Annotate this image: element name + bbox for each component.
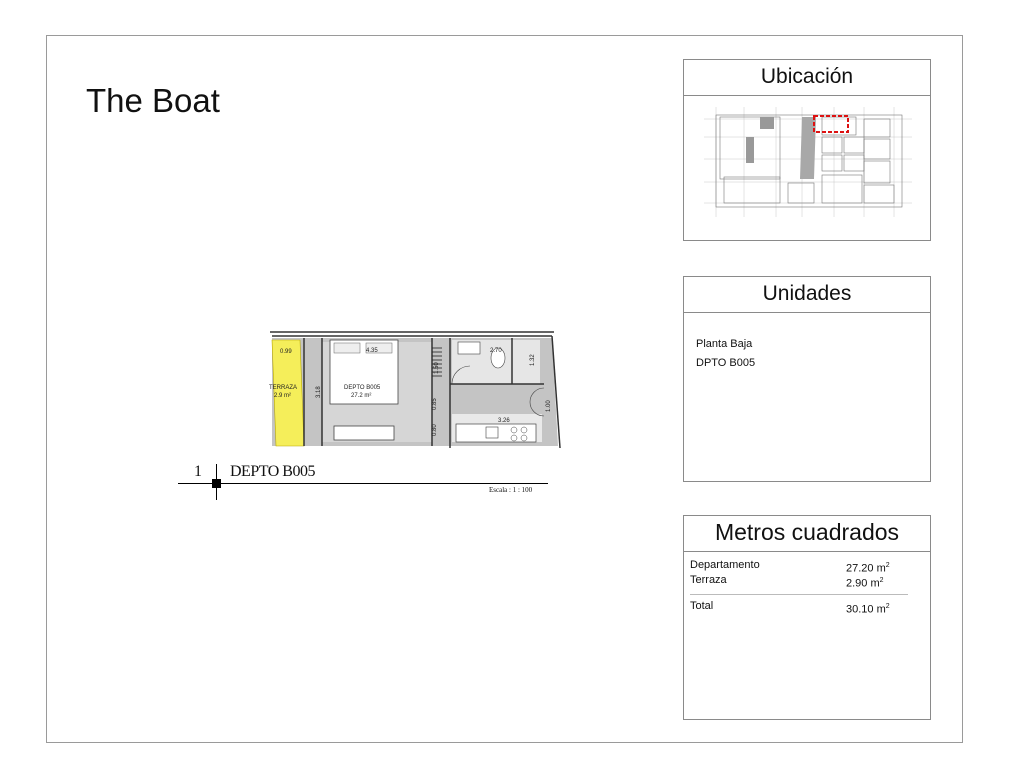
caption-name: DEPTO B005 xyxy=(230,463,315,480)
floor-plan-drawing: 0.99 4.35 2.70 3.26 3.18 1.50 0.85 0.80 … xyxy=(269,331,561,449)
dim-room-width: 4.35 xyxy=(366,348,378,354)
units-unit-label: DPTO B005 xyxy=(696,357,756,369)
caption-number: 1 xyxy=(194,463,202,480)
area-row-label: Terraza xyxy=(690,574,727,586)
caption-marker xyxy=(212,479,221,488)
location-panel-title: Ubicación xyxy=(684,60,930,96)
dim-height: 3.18 xyxy=(316,386,322,398)
sheet-title: The Boat xyxy=(86,82,220,119)
terraza-label: TERRAZA xyxy=(269,385,297,391)
view-caption: 1 DEPTO B005 Escala : 1 : 100 xyxy=(178,460,550,500)
depto-area: 27.2 m² xyxy=(351,393,371,399)
caption-scale: Escala : 1 : 100 xyxy=(489,486,533,494)
dim-door-2: 0.80 xyxy=(432,424,438,436)
area-total-value: 30.10 m2 xyxy=(846,603,890,616)
units-panel: Unidades Planta Baja DPTO B005 xyxy=(683,276,931,482)
units-list: Planta Baja DPTO B005 xyxy=(696,335,755,373)
area-total-label: Total xyxy=(690,600,714,612)
dim-door-3: 1.00 xyxy=(546,400,552,412)
dim-bath-width: 2.70 xyxy=(490,348,502,354)
area-table: Departamento 27.20 m2 Terraza 2.90 m2 To… xyxy=(690,558,908,616)
dim-terraza-width: 0.99 xyxy=(280,349,292,355)
units-panel-title: Unidades xyxy=(684,277,930,313)
area-panel-title: Metros cuadrados xyxy=(684,516,930,552)
area-panel: Metros cuadrados Departamento 27.20 m2 T… xyxy=(683,515,931,720)
area-total-divider xyxy=(690,594,908,595)
area-row-terraza: Terraza 2.90 m2 xyxy=(690,573,908,590)
area-row-label: Departamento xyxy=(690,559,760,571)
location-panel: Ubicación xyxy=(683,59,931,241)
dim-kitchen: 3.26 xyxy=(498,418,510,424)
depto-label: DEPTO B005 xyxy=(344,385,381,391)
dim-closet: 1.50 xyxy=(434,362,440,374)
area-row-total: Total 30.10 m2 xyxy=(690,599,908,616)
terraza-area: 2.9 m² xyxy=(274,393,291,399)
area-row-value: 27.20 m2 xyxy=(846,562,890,575)
dim-door-1: 0.85 xyxy=(432,398,438,410)
area-row-value: 2.90 m2 xyxy=(846,577,884,590)
location-key-plan xyxy=(704,107,912,217)
area-row-departamento: Departamento 27.20 m2 xyxy=(690,558,908,575)
caption-underline xyxy=(178,483,548,484)
dim-bath-depth: 1.32 xyxy=(530,354,536,366)
units-floor-label: Planta Baja xyxy=(696,338,753,350)
